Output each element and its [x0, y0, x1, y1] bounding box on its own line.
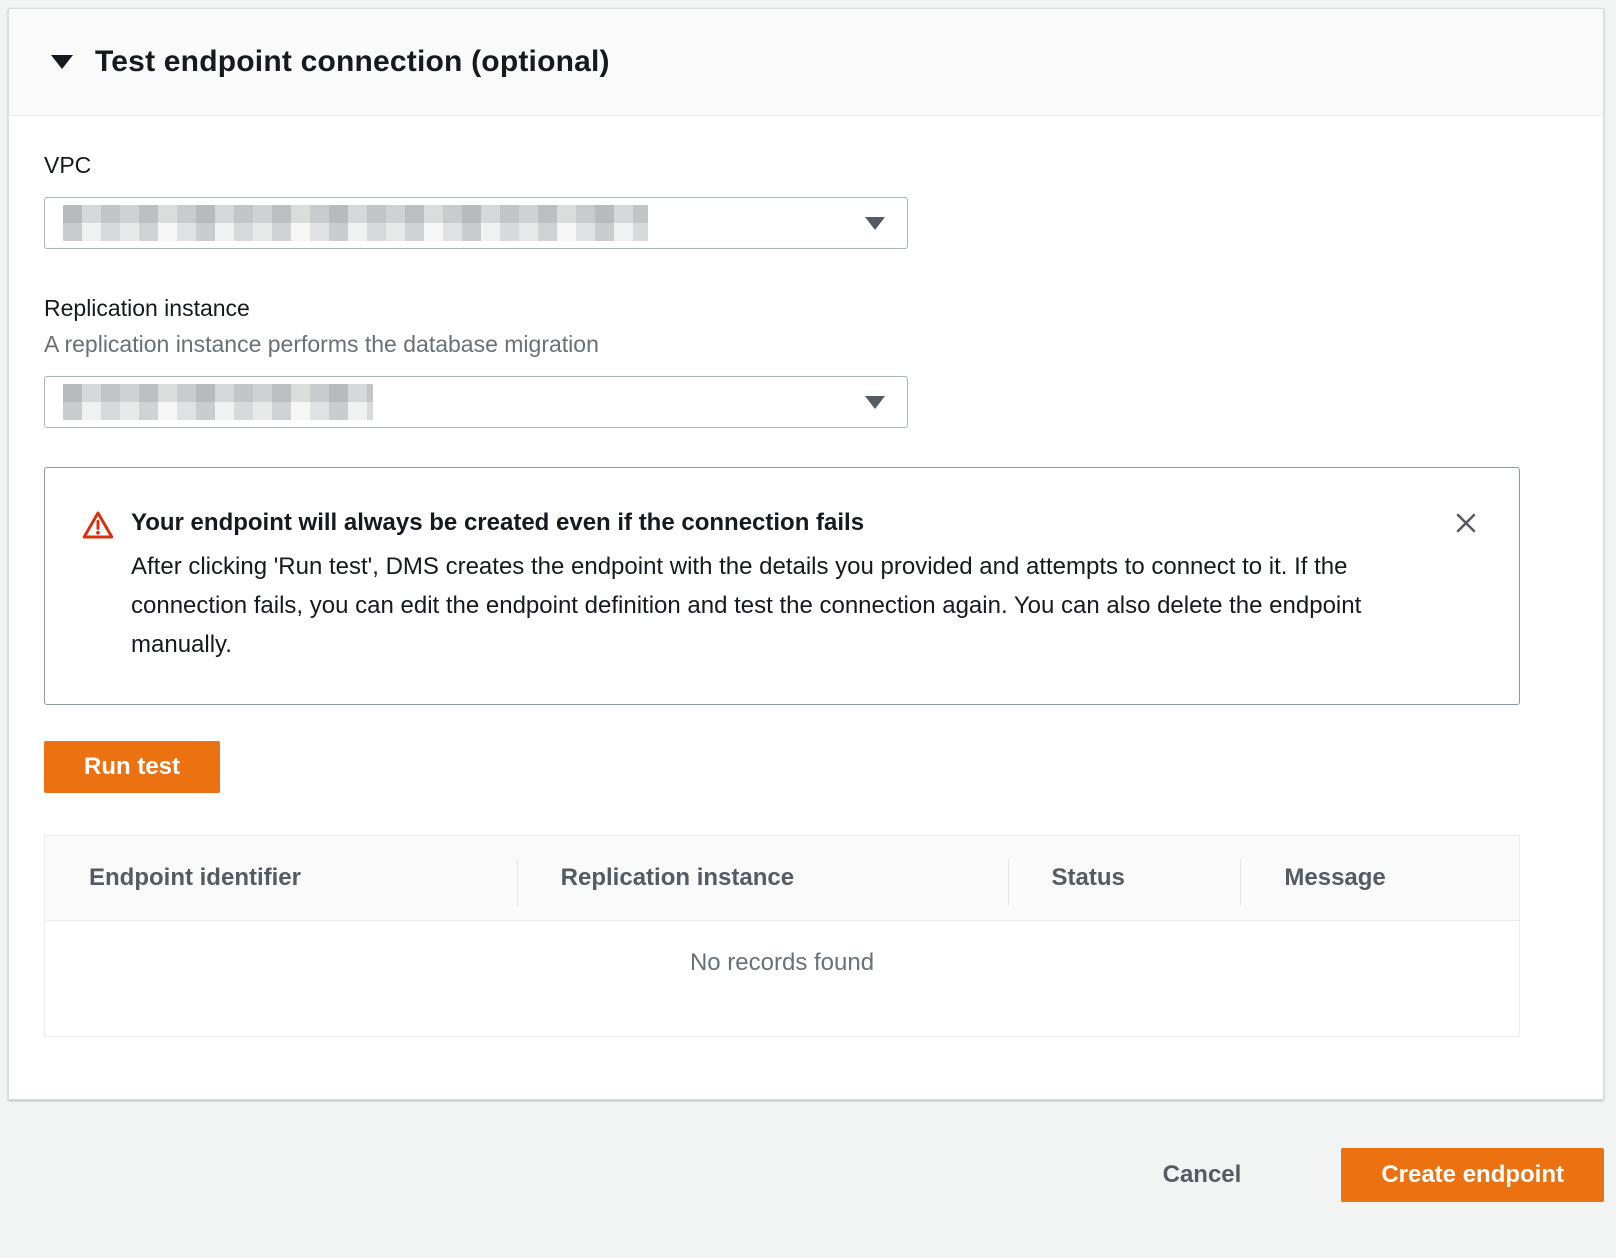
run-test-button[interactable]: Run test	[44, 741, 220, 793]
replication-instance-select[interactable]	[44, 376, 908, 428]
alert-body: After clicking 'Run test', DMS creates t…	[131, 547, 1431, 664]
section-title: Test endpoint connection (optional)	[95, 45, 610, 79]
chevron-down-icon	[865, 396, 885, 409]
replication-instance-field: Replication instance A replication insta…	[44, 295, 1520, 428]
replication-instance-description: A replication instance performs the data…	[44, 331, 1520, 358]
vpc-redacted-value	[63, 205, 648, 241]
alert-title: Your endpoint will always be created eve…	[131, 508, 1431, 538]
vpc-select[interactable]	[44, 197, 908, 249]
section-header[interactable]: Test endpoint connection (optional)	[9, 9, 1603, 116]
replication-instance-redacted-value	[63, 384, 373, 420]
column-header-status: Status	[1008, 836, 1241, 920]
column-header-message: Message	[1240, 836, 1519, 920]
table-header-row: Endpoint identifier Replication instance…	[45, 836, 1519, 920]
wizard-footer: Cancel Create endpoint	[0, 1100, 1616, 1258]
column-header-replication-instance: Replication instance	[517, 836, 1008, 920]
test-endpoint-connection-panel: Test endpoint connection (optional) VPC …	[8, 8, 1604, 1100]
alert-content: Your endpoint will always be created eve…	[131, 508, 1431, 664]
chevron-down-icon	[865, 217, 885, 230]
column-header-endpoint-identifier: Endpoint identifier	[45, 836, 517, 920]
warning-alert: Your endpoint will always be created eve…	[44, 467, 1520, 705]
connection-test-results-table: Endpoint identifier Replication instance…	[44, 835, 1520, 1037]
cancel-button[interactable]: Cancel	[1143, 1148, 1262, 1202]
page: Test endpoint connection (optional) VPC …	[0, 0, 1616, 1258]
section-expand-caret-icon	[51, 55, 73, 69]
empty-table-message: No records found	[45, 921, 1519, 1036]
replication-instance-label: Replication instance	[44, 295, 1520, 322]
create-endpoint-button[interactable]: Create endpoint	[1341, 1148, 1604, 1202]
warning-triangle-icon	[82, 510, 114, 545]
vpc-field: VPC	[44, 152, 1520, 249]
close-icon[interactable]	[1451, 508, 1481, 538]
section-body: VPC Replication instance A replication i…	[9, 116, 1603, 1037]
vpc-label: VPC	[44, 152, 1520, 179]
